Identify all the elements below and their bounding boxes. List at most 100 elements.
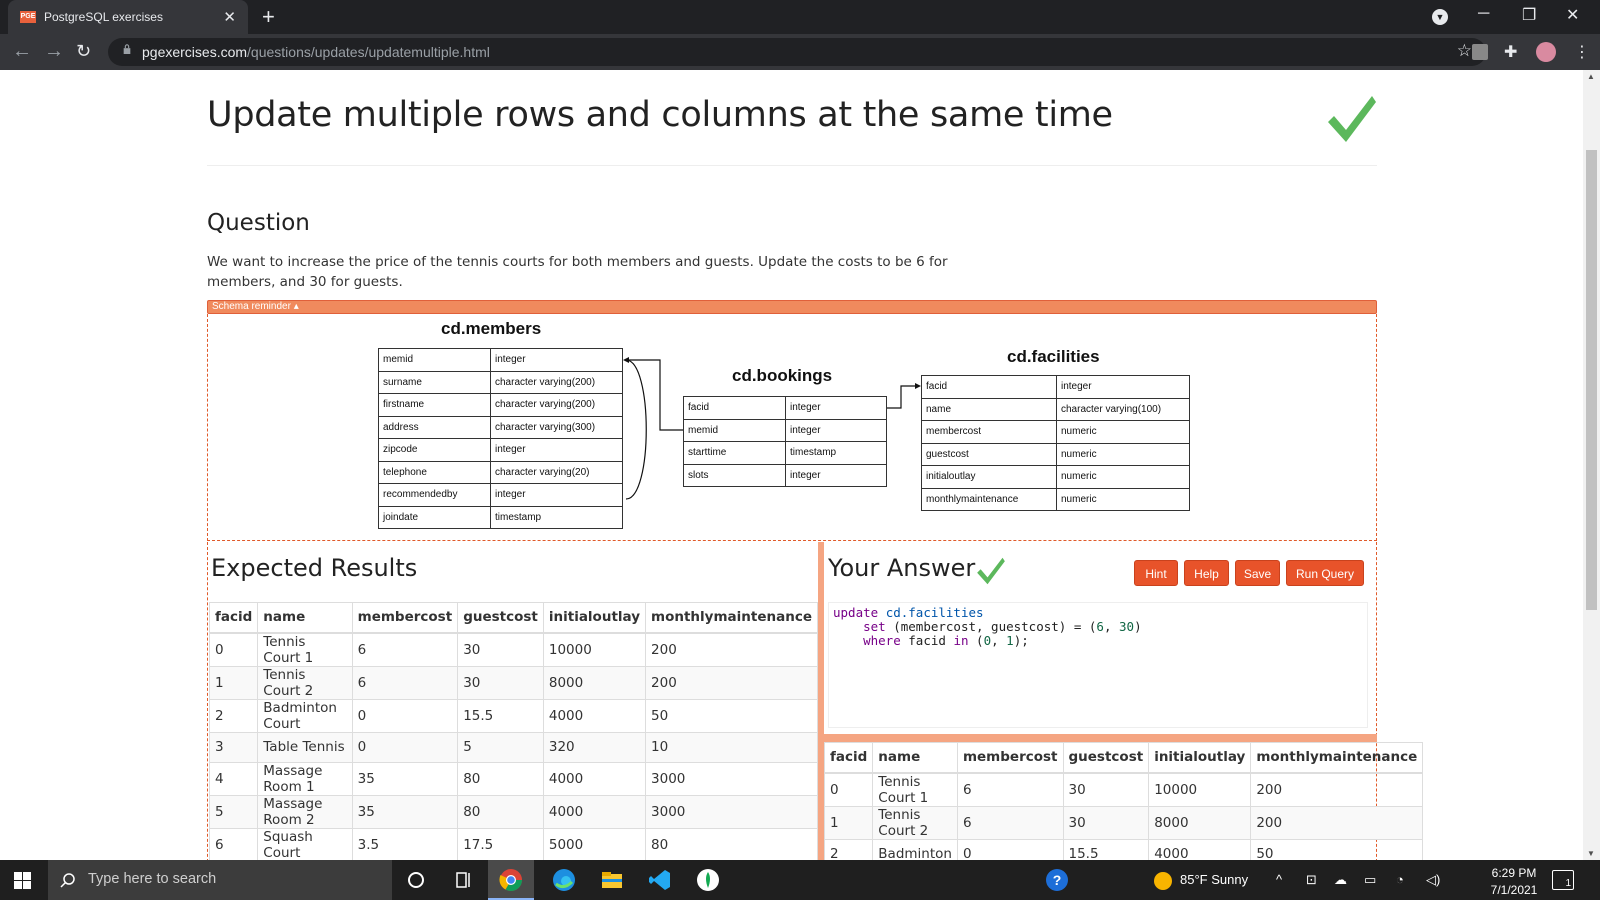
table-cell: 6 <box>351 665 459 700</box>
menu-kebab-icon[interactable]: ⋮ <box>1574 42 1592 61</box>
table-row: 6 Squash Court 3.5 17.5 5000 80 <box>208 827 818 860</box>
table-cell: 0 <box>351 731 459 763</box>
table-row: 1 Tennis Court 2 6 30 8000 200 <box>823 805 1424 840</box>
volume-icon[interactable]: ◁) <box>1426 872 1440 888</box>
page-scrollbar[interactable]: ▲ ▼ <box>1583 70 1600 860</box>
column-header: membercost <box>351 602 459 634</box>
windows-taskbar: Type here to search ? 85°F Sunny ^ ⊡ ☁ ▭… <box>0 860 1600 900</box>
notification-count: 1 <box>1565 878 1571 889</box>
extension-icon[interactable] <box>1472 44 1488 60</box>
browser-tab[interactable]: PGE PostgreSQL exercises ✕ <box>8 0 248 34</box>
system-clock[interactable]: 6:29 PM 7/1/2021 <box>1486 865 1542 899</box>
edge-icon[interactable] <box>552 868 576 892</box>
favicon-icon: PGE <box>20 11 36 23</box>
table-cell: 320 <box>542 731 647 763</box>
table-cell: Tennis Court 2 <box>257 665 353 700</box>
scrollbar-thumb[interactable] <box>1586 150 1597 610</box>
your-answer-heading: Your Answer <box>828 554 976 582</box>
search-placeholder: Type here to search <box>88 871 217 887</box>
reload-icon[interactable]: ↻ <box>76 41 91 62</box>
task-view-icon[interactable] <box>452 868 476 892</box>
table-cell: 0 <box>351 698 459 733</box>
tray-chevron-icon[interactable]: ^ <box>1276 872 1282 887</box>
table-cell: Tennis Court 1 <box>257 632 353 667</box>
new-tab-button[interactable]: + <box>262 4 275 30</box>
table-row: 2 Badminton Court 0 15.5 4000 50 <box>208 698 818 733</box>
table-cell: 15.5 <box>457 698 544 733</box>
schema-reminder-label: Schema reminder ▴ <box>212 301 299 312</box>
table-cell: 1 <box>208 665 259 700</box>
column-header: guestcost <box>457 602 544 634</box>
table-cell: 4000 <box>1148 838 1252 860</box>
table-cell: 4000 <box>542 698 647 733</box>
column-header: initialoutlay <box>1148 742 1252 774</box>
back-icon[interactable]: ← <box>12 40 32 63</box>
file-explorer-icon[interactable] <box>600 868 624 892</box>
table-cell: 5 <box>208 794 259 829</box>
table-cell: 8000 <box>542 665 647 700</box>
bookmark-star-icon[interactable]: ☆ <box>1457 41 1472 61</box>
scroll-up-icon[interactable]: ▲ <box>1587 72 1595 81</box>
table-cell: 6 <box>351 632 459 667</box>
relationship-lines <box>623 357 921 500</box>
hint-button[interactable]: Hint <box>1134 560 1178 586</box>
forward-icon[interactable]: → <box>44 40 64 63</box>
notification-center-icon[interactable]: 1 <box>1552 870 1574 890</box>
table-cell: 200 <box>645 665 818 700</box>
windows-start-icon[interactable] <box>14 872 31 889</box>
solved-check-icon <box>1328 96 1376 142</box>
wifi-icon[interactable]: ◔ <box>1396 872 1404 887</box>
taskbar-search-box[interactable]: Type here to search <box>48 860 392 900</box>
cortana-icon[interactable] <box>404 868 428 892</box>
help-app-icon[interactable]: ? <box>1046 869 1068 891</box>
table-cell: 200 <box>1250 805 1424 840</box>
table-cell: 6 <box>208 827 259 860</box>
table-cell: Massage Room 2 <box>257 794 353 829</box>
weather-text[interactable]: 85°F Sunny <box>1180 872 1248 887</box>
table-cell: 4000 <box>542 794 647 829</box>
sql-editor[interactable]: update cd.facilities set (membercost, gu… <box>828 602 1368 728</box>
column-header: name <box>257 602 353 634</box>
help-button[interactable]: Help <box>1184 560 1229 586</box>
table-cell: 50 <box>645 698 818 733</box>
close-window-icon[interactable]: ✕ <box>1566 5 1579 25</box>
profile-avatar[interactable] <box>1536 42 1556 62</box>
meet-now-icon[interactable]: ⊡ <box>1306 872 1317 888</box>
vscode-icon[interactable] <box>648 868 672 892</box>
table-cell: 5 <box>457 731 544 763</box>
expected-results-panel: Expected Results facid name membercost gues… <box>207 542 818 860</box>
onedrive-icon[interactable]: ☁ <box>1334 872 1347 888</box>
save-button[interactable]: Save <box>1235 560 1280 586</box>
mongodb-compass-icon[interactable] <box>696 868 720 892</box>
chrome-taskbar-button[interactable] <box>488 860 534 900</box>
table-row: 1 Tennis Court 2 6 30 8000 200 <box>208 665 818 700</box>
table-cell: 3.5 <box>351 827 459 860</box>
editor-resize-handle[interactable] <box>824 734 1377 742</box>
table-cell: 80 <box>645 827 818 860</box>
address-toolbar: ← → ↻ pgexercises.com/questions/updates/… <box>0 34 1600 70</box>
puzzle-extensions-icon[interactable]: ✚ <box>1504 42 1522 61</box>
table-cell: 35 <box>351 794 459 829</box>
url-bar[interactable]: pgexercises.com/questions/updates/update… <box>108 38 1486 66</box>
scroll-down-icon[interactable]: ▼ <box>1587 849 1595 858</box>
column-header: monthlymaintenance <box>1250 742 1424 774</box>
close-tab-icon[interactable]: ✕ <box>223 8 236 26</box>
schema-reminder-toggle[interactable]: Schema reminder ▴ <box>207 300 1377 314</box>
table-row: 2 Badminton 0 15.5 4000 50 <box>823 838 1424 860</box>
table-cell: 35 <box>351 761 459 796</box>
table-cell: 200 <box>1250 772 1424 807</box>
table-cell: 1 <box>823 805 874 840</box>
table-cell: Squash Court <box>257 827 353 860</box>
battery-icon[interactable]: ▭ <box>1364 872 1376 888</box>
table-cell: Tennis Court 1 <box>872 772 958 807</box>
restore-icon[interactable]: ❐ <box>1522 5 1536 25</box>
minimize-icon[interactable]: ─ <box>1478 5 1489 23</box>
title-divider <box>207 165 1377 166</box>
table-cell: 10000 <box>1148 772 1252 807</box>
browser-tabbar: PGE PostgreSQL exercises ✕ + ▼ ─ ❐ ✕ <box>0 0 1600 34</box>
schema-diagram: cd.members memid integer surname character … <box>207 314 1377 541</box>
tab-search-icon[interactable]: ▼ <box>1432 9 1448 25</box>
run-query-button[interactable]: Run Query <box>1286 560 1364 586</box>
table-cell: 2 <box>823 838 874 860</box>
expected-results-heading: Expected Results <box>211 554 418 582</box>
